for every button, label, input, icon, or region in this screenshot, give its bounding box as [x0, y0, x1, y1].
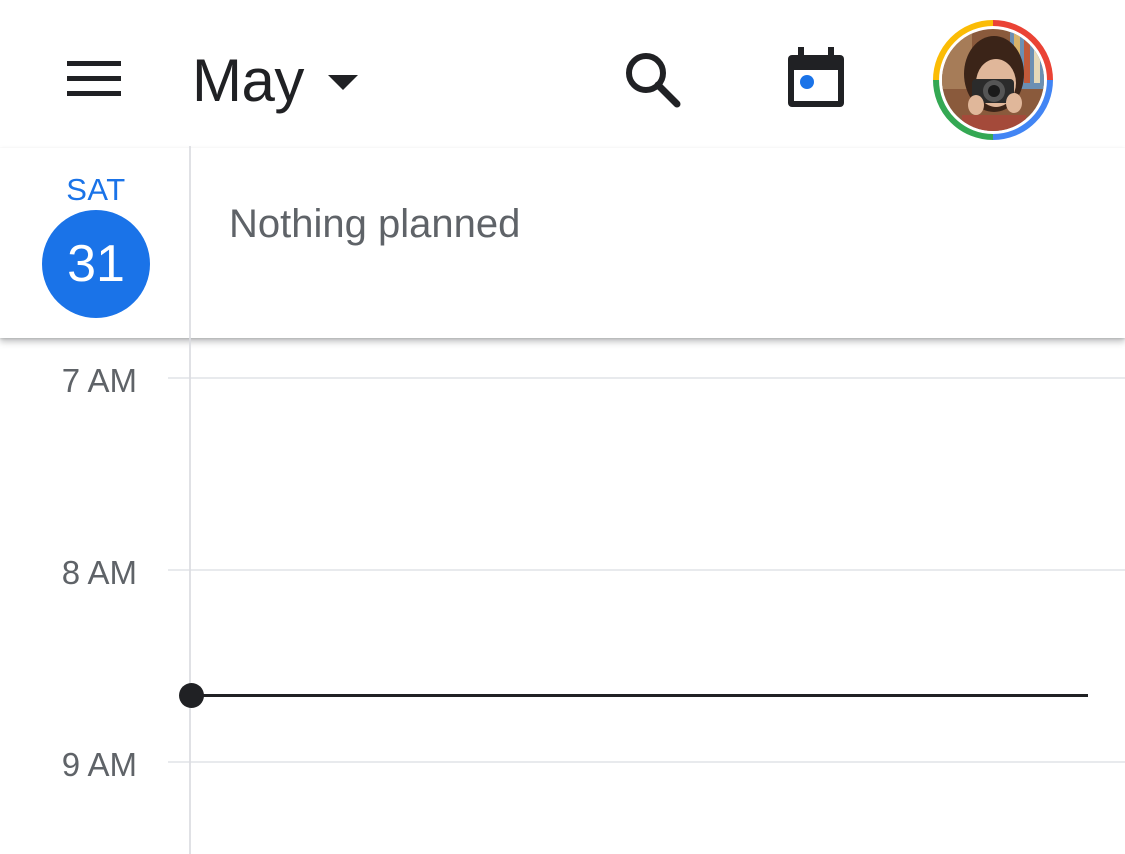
month-picker[interactable]: May [192, 40, 358, 120]
calendar-today-icon[interactable] [784, 46, 848, 112]
weekday-label: SAT [66, 172, 126, 207]
hour-line-9am [168, 761, 1125, 763]
calendar-screen: May SAT 31 Nothing planned 7 AM 8 AM 9 A… [0, 0, 1125, 854]
hour-label-9am: 9 AM [61, 746, 137, 783]
search-icon[interactable] [622, 50, 686, 110]
hour-label-7am: 7 AM [61, 362, 137, 399]
hour-line-7am [168, 377, 1125, 379]
time-gutter-divider [189, 146, 191, 854]
current-time-indicator [190, 694, 1088, 697]
time-grid[interactable]: 7 AM 8 AM 9 AM [0, 338, 1125, 854]
hour-line-8am [168, 569, 1125, 571]
avatar[interactable] [932, 19, 1054, 141]
app-bar: May [0, 0, 1125, 148]
current-time-dot [179, 683, 204, 708]
menu-icon[interactable] [64, 58, 124, 100]
today-date-badge[interactable]: 31 [42, 210, 150, 318]
day-header: SAT 31 Nothing planned [0, 148, 1125, 338]
hour-label-8am: 8 AM [61, 554, 137, 591]
all-day-empty-message[interactable]: Nothing planned [229, 202, 520, 247]
arrow-drop-down-icon [327, 74, 358, 90]
month-label: May [192, 46, 304, 114]
